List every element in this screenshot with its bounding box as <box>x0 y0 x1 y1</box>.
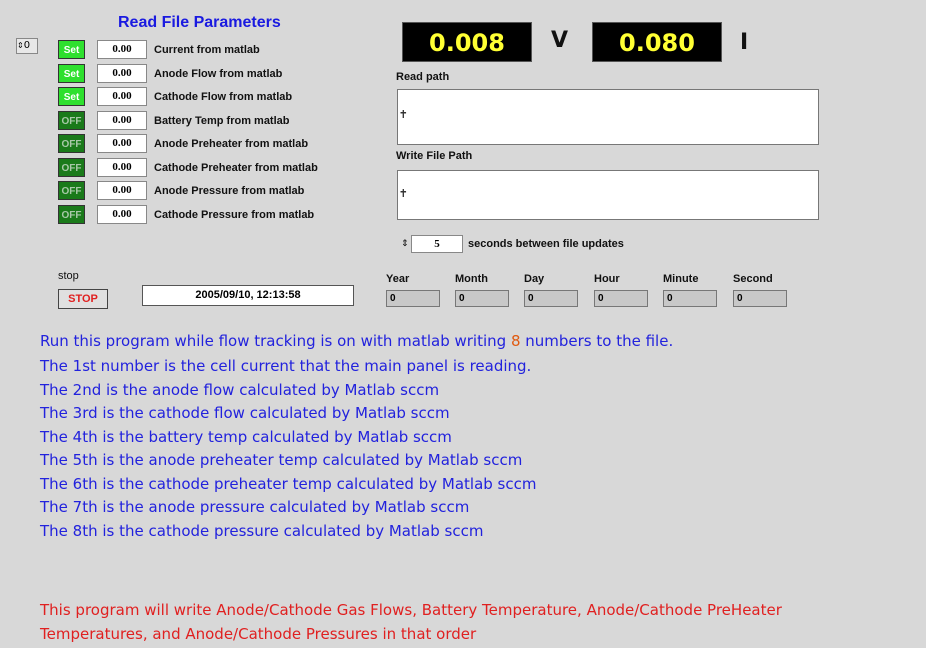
stop-button[interactable]: STOP <box>58 289 108 309</box>
index-spinner[interactable]: ⇕0 <box>16 38 38 54</box>
time-field-label: Day <box>524 273 545 285</box>
voltage-meter: 0.008 <box>402 22 532 62</box>
param-toggle-button[interactable]: OFF <box>58 205 85 224</box>
time-field-value: 0 <box>386 290 440 307</box>
param-value-input[interactable]: 0.00 <box>97 181 147 200</box>
time-field-label: Second <box>733 273 773 285</box>
info-line: The 5th is the anode preheater temp calc… <box>40 451 523 469</box>
number-count: 8 <box>510 332 521 350</box>
index-spinner-value: 0 <box>23 40 31 51</box>
info-line: The 8th is the cathode pressure calculat… <box>40 521 484 540</box>
time-field-value: 0 <box>594 290 648 307</box>
param-value-input[interactable]: 0.00 <box>97 64 147 83</box>
seconds-input[interactable]: 5 <box>411 235 463 253</box>
time-field-label: Month <box>455 273 488 285</box>
param-toggle-button[interactable]: Set <box>58 64 85 83</box>
param-value-input[interactable]: 0.00 <box>97 134 147 153</box>
param-toggle-button[interactable]: OFF <box>58 158 85 177</box>
param-label: Current from matlab <box>154 44 260 56</box>
param-toggle-button[interactable]: Set <box>58 87 85 106</box>
param-label: Cathode Flow from matlab <box>154 91 293 103</box>
read-path-label: Read path <box>396 71 450 83</box>
param-value-input[interactable]: 0.00 <box>97 111 147 130</box>
datetime-display: 2005/09/10, 12:13:58 <box>142 285 354 306</box>
time-field-label: Minute <box>663 273 699 285</box>
warning-line-1: This program will write Anode/Cathode Ga… <box>40 601 782 619</box>
param-toggle-button[interactable]: Set <box>58 40 85 59</box>
param-value-input[interactable]: 0.00 <box>97 158 147 177</box>
time-field-value: 0 <box>455 290 509 307</box>
read-path-field[interactable]: 🕇 <box>397 89 819 145</box>
current-unit: I <box>740 30 749 55</box>
info-line-1: Run this program while flow tracking is … <box>40 332 673 350</box>
info-line-1-post: numbers to the file. <box>520 332 674 350</box>
param-label: Anode Flow from matlab <box>154 68 283 80</box>
param-label: Cathode Pressure from matlab <box>154 209 315 221</box>
panel-title: Read File Parameters <box>118 14 281 31</box>
info-line: The 2nd is the anode flow calculated by … <box>40 380 440 399</box>
param-toggle-button[interactable]: OFF <box>58 111 85 130</box>
param-value-input[interactable]: 0.00 <box>97 40 147 59</box>
spinner-arrows-icon[interactable]: ⇕ <box>17 41 24 50</box>
param-value-input[interactable]: 0.00 <box>97 205 147 224</box>
seconds-label: seconds between file updates <box>468 238 624 250</box>
param-toggle-button[interactable]: OFF <box>58 134 85 153</box>
param-label: Anode Preheater from matlab <box>154 138 309 150</box>
time-field-label: Year <box>386 273 410 285</box>
time-field-value: 0 <box>663 290 717 307</box>
param-label: Anode Pressure from matlab <box>154 185 305 197</box>
param-label: Cathode Preheater from matlab <box>154 162 318 174</box>
info-line: The 3rd is the cathode flow calculated b… <box>40 404 450 422</box>
param-value-input[interactable]: 0.00 <box>97 87 147 106</box>
info-line-1-pre: Run this program while flow tracking is … <box>40 332 511 350</box>
warning-line-2: Temperatures, and Anode/Cathode Pressure… <box>40 625 477 643</box>
path-browse-icon[interactable]: 🕇 <box>400 187 407 201</box>
write-path-field[interactable]: 🕇 <box>397 170 819 220</box>
time-field-value: 0 <box>524 290 578 307</box>
info-line: The 4th is the battery temp calculated b… <box>40 427 452 446</box>
seconds-spinner-arrows-icon[interactable]: ⇕ <box>401 235 411 253</box>
stop-label: stop <box>58 270 79 282</box>
time-field-value: 0 <box>733 290 787 307</box>
info-line: The 7th is the anode pressure calculated… <box>40 498 470 516</box>
voltage-unit: V <box>551 28 569 53</box>
info-line: The 1st number is the cell current that … <box>40 357 532 375</box>
path-browse-icon[interactable]: 🕇 <box>400 108 407 122</box>
info-line: The 6th is the cathode preheater temp ca… <box>40 474 537 493</box>
write-path-label: Write File Path <box>396 150 473 162</box>
current-meter: 0.080 <box>592 22 722 62</box>
time-field-label: Hour <box>594 273 620 285</box>
param-toggle-button[interactable]: OFF <box>58 181 85 200</box>
param-label: Battery Temp from matlab <box>154 115 290 127</box>
